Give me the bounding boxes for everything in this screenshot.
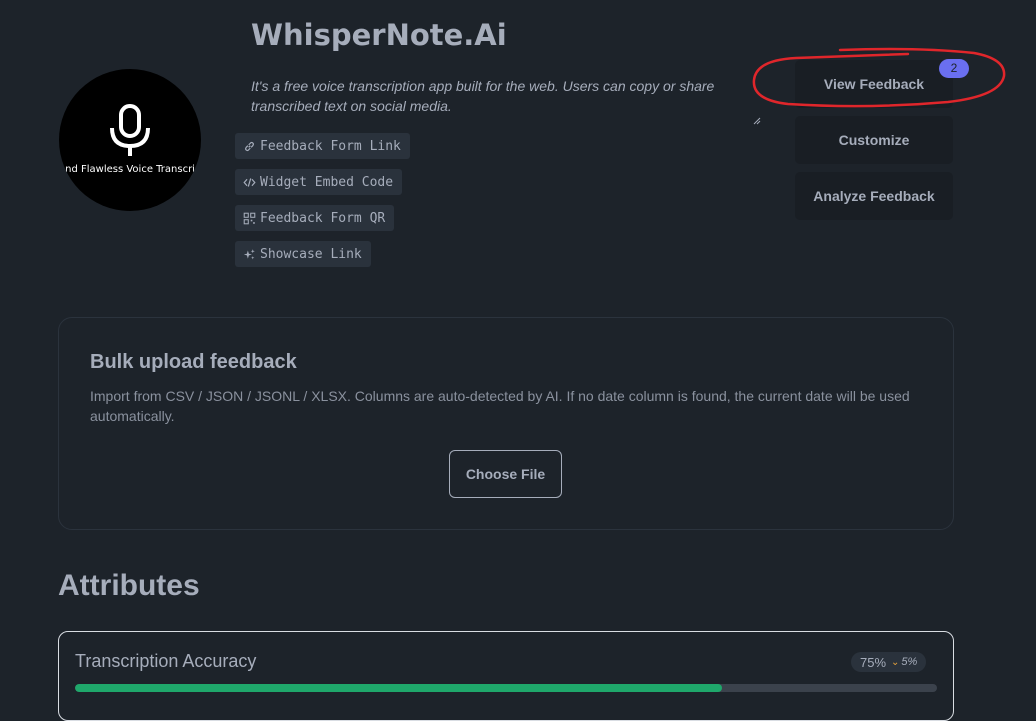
view-feedback-button[interactable]: View Feedback xyxy=(795,60,953,108)
attribute-name: Transcription Accuracy xyxy=(75,651,257,671)
view-feedback-label: View Feedback xyxy=(823,76,925,92)
customize-button[interactable]: Customize xyxy=(795,116,953,164)
chevron-down-icon: ⌄ xyxy=(891,656,900,668)
customize-label: Customize xyxy=(838,132,910,148)
qr-code-icon xyxy=(243,212,256,224)
feedback-form-qr-button[interactable]: Feedback Form QR xyxy=(235,205,395,231)
feedback-form-qr-label: Feedback Form QR xyxy=(260,210,386,226)
analyze-feedback-label: Analyze Feedback xyxy=(813,188,935,204)
analyze-feedback-button[interactable]: Analyze Feedback xyxy=(795,172,953,220)
feedback-form-link-button[interactable]: Feedback Form Link xyxy=(235,133,410,159)
showcase-link-button[interactable]: Showcase Link xyxy=(235,241,371,267)
choose-file-label: Choose File xyxy=(465,466,546,482)
attributes-heading: Attributes xyxy=(58,569,200,602)
app-logo: and Flawless Voice Transcrip xyxy=(59,69,201,211)
attribute-score: 75% xyxy=(860,654,887,670)
feedback-count-badge: 2 xyxy=(939,59,969,78)
attribute-delta: ⌄ 5% xyxy=(891,656,917,668)
app-title: WhisperNote.Ai xyxy=(251,18,507,52)
link-icon xyxy=(245,141,254,151)
attribute-progress-track xyxy=(75,684,937,692)
choose-file-button[interactable]: Choose File xyxy=(449,450,562,498)
attribute-score-pill: 75% ⌄ 5% xyxy=(851,652,927,672)
attribute-card[interactable] xyxy=(58,631,954,721)
feedback-form-link-label: Feedback Form Link xyxy=(260,138,401,154)
bulk-upload-title: Bulk upload feedback xyxy=(90,351,297,373)
bulk-upload-description: Import from CSV / JSON / JSONL / XLSX. C… xyxy=(90,388,910,424)
attribute-delta-value: 5% xyxy=(901,656,918,668)
app-description-text: It's a free voice transcription app buil… xyxy=(251,78,715,114)
showcase-link-label: Showcase Link xyxy=(260,246,362,262)
logo-caption: and Flawless Voice Transcrip xyxy=(59,164,201,175)
code-icon xyxy=(243,177,256,187)
resize-grip-icon[interactable] xyxy=(753,117,761,125)
attribute-progress-fill xyxy=(75,684,722,692)
widget-embed-code-button[interactable]: Widget Embed Code xyxy=(235,169,403,195)
sparkles-icon xyxy=(243,248,255,259)
microphone-icon xyxy=(110,104,150,156)
app-description[interactable]: It's a free voice transcription app buil… xyxy=(245,70,761,125)
widget-embed-code-label: Widget Embed Code xyxy=(260,174,394,190)
